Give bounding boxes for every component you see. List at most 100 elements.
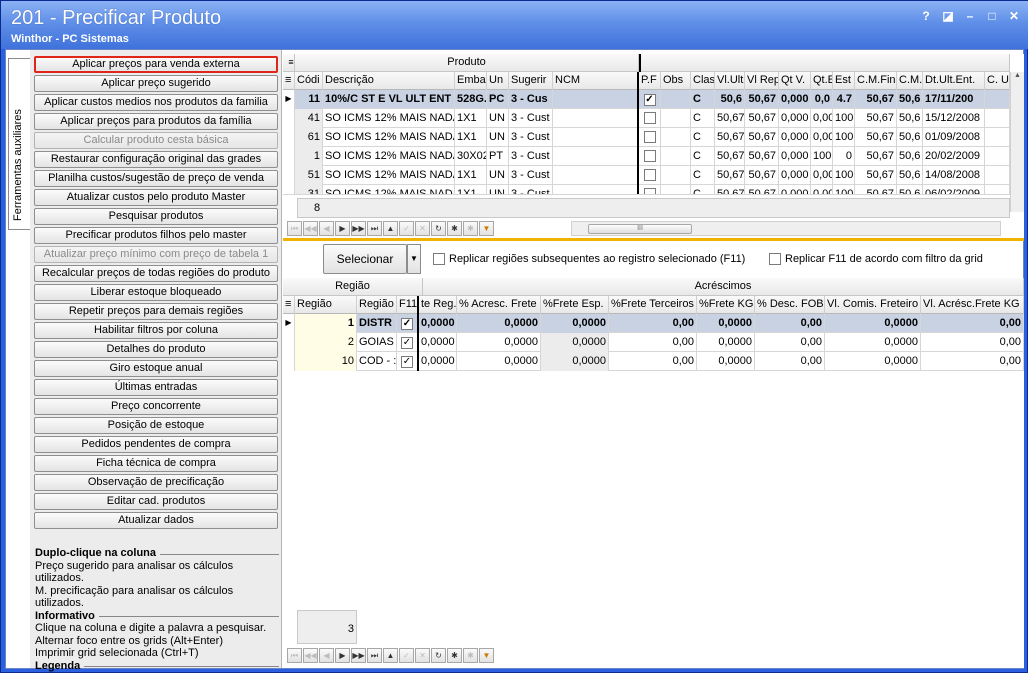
f11-checkbox[interactable]: ✓ — [401, 337, 413, 349]
cell-vlrep[interactable]: 50,67 — [745, 128, 779, 147]
cell-qtv[interactable]: 0,000 — [779, 128, 811, 147]
cell-cu[interactable] — [985, 147, 1010, 166]
scroll-up-icon[interactable]: ▲ — [1011, 72, 1024, 79]
cell-cu[interactable] — [985, 185, 1010, 194]
cell-fob[interactable]: 0,00 — [755, 352, 825, 371]
pf-checkbox[interactable]: ✓ — [643, 94, 656, 106]
cell-emb[interactable]: 1X1 — [455, 166, 487, 185]
cell-un[interactable]: PT — [487, 147, 509, 166]
cell-reg[interactable]: 10 — [295, 352, 357, 371]
cell-cod[interactable]: 11 — [295, 90, 323, 109]
first-page-icon[interactable]: ⏮ — [287, 648, 302, 663]
cell-clas[interactable]: C — [691, 128, 715, 147]
cell-sug[interactable]: 3 - Cust — [509, 185, 553, 194]
cell-sug[interactable]: 3 - Cust — [509, 109, 553, 128]
cell-vlrep[interactable]: 50,67 — [745, 147, 779, 166]
cell-dt[interactable]: 20/02/2009 — [923, 147, 985, 166]
cell-desc[interactable]: SO ICMS 12% MAIS NADA — [323, 166, 455, 185]
cell-com[interactable]: 0,0000 — [825, 352, 921, 371]
cancel-icon[interactable]: ✕ — [415, 648, 430, 663]
insert-icon[interactable]: ▲ — [383, 221, 398, 236]
cell-cu[interactable] — [985, 166, 1010, 185]
cell-desc[interactable]: SO ICMS 12% MAIS NADA — [323, 147, 455, 166]
cell-akg[interactable]: 0,00 — [921, 333, 1024, 352]
column-header[interactable]: Qt.E — [811, 72, 833, 90]
cell-desc[interactable]: SO ICMS 12% MAIS NADA — [323, 185, 455, 194]
cell-cmfin[interactable]: 50,67 — [855, 109, 897, 128]
cell-est[interactable]: 100 — [833, 185, 855, 194]
prev-record-icon[interactable]: ◀ — [319, 221, 334, 236]
column-header[interactable]: Vl. Acrésc.Frete KG — [921, 296, 1024, 314]
pf-checkbox[interactable] — [643, 169, 656, 181]
cell-vlult[interactable]: 50,67 — [715, 109, 745, 128]
column-header[interactable]: C. U — [985, 72, 1010, 90]
cell-vlult[interactable]: 50,67 — [715, 147, 745, 166]
action-button[interactable]: Planilha custos/sugestão de preço de ven… — [34, 170, 278, 187]
cell-sug[interactable]: 3 - Cust — [509, 166, 553, 185]
post-icon[interactable]: ✓ — [399, 648, 414, 663]
cell-desc[interactable]: SO ICMS 12% MAIS NADA — [323, 128, 455, 147]
pf-checkbox[interactable] — [643, 150, 656, 162]
action-button[interactable]: Restaurar configuração original das grad… — [34, 151, 278, 168]
cell-desc[interactable]: 10%/C ST E VL ULT ENT — [323, 90, 455, 109]
action-button[interactable]: Pesquisar produtos — [34, 208, 278, 225]
cell-dt[interactable]: 06/02/2009 — [923, 185, 985, 194]
cell-f11[interactable]: ✓ — [397, 314, 419, 333]
table-row[interactable]: 61 SO ICMS 12% MAIS NADA 1X1 UN 3 - Cust C 50,… — [283, 128, 1010, 147]
column-header[interactable]: Vl. Comis. Freteiro — [825, 296, 921, 314]
cell-ncm[interactable] — [553, 90, 639, 109]
column-header[interactable]: %Frete KG — [697, 296, 755, 314]
column-header[interactable]: Clas — [691, 72, 715, 90]
cell-cm[interactable]: 50,6 — [897, 166, 923, 185]
refresh-icon[interactable]: ↻ — [431, 648, 446, 663]
cell-obs[interactable] — [661, 90, 691, 109]
cell-akg[interactable]: 0,00 — [921, 314, 1024, 333]
column-header[interactable]: Emba — [455, 72, 487, 90]
table-row[interactable]: 41 SO ICMS 12% MAIS NADA 1X1 UN 3 - Cust C 50,… — [283, 109, 1010, 128]
cell-dt[interactable]: 17/11/200 — [923, 90, 985, 109]
minimize-icon[interactable]: – — [963, 9, 977, 23]
cell-acr[interactable]: 0,0000 — [457, 352, 541, 371]
cell-qte[interactable]: 0,00 — [811, 128, 833, 147]
insert-icon[interactable]: ▲ — [383, 648, 398, 663]
products-hscroll[interactable]: III — [571, 221, 1001, 236]
cell-cmfin[interactable]: 50,67 — [855, 166, 897, 185]
cell-emb[interactable]: 528G. — [455, 90, 487, 109]
header-menu-icon[interactable]: ≡ — [283, 72, 295, 90]
action-button[interactable]: Liberar estoque bloqueado — [34, 284, 278, 301]
cell-clas[interactable]: C — [691, 147, 715, 166]
cell-name[interactable]: COD - : — [357, 352, 397, 371]
cell-un[interactable]: PC — [487, 90, 509, 109]
column-header[interactable]: Qt V. — [779, 72, 811, 90]
action-button[interactable]: Aplicar preços para produtos da família — [34, 113, 278, 130]
prev-page-icon[interactable]: ◀◀ — [303, 221, 318, 236]
refresh-icon[interactable]: ↻ — [431, 221, 446, 236]
cell-cu[interactable] — [985, 90, 1010, 109]
cell-clas[interactable]: C — [691, 185, 715, 194]
pf-checkbox[interactable] — [643, 188, 656, 194]
cell-pf[interactable]: ✓ — [639, 90, 661, 109]
cell-ncm[interactable] — [553, 185, 639, 194]
cell-fob[interactable]: 0,00 — [755, 314, 825, 333]
action-button[interactable]: Habilitar filtros por coluna — [34, 322, 278, 339]
action-button[interactable]: Editar cad. produtos — [34, 493, 278, 510]
action-button[interactable]: Observação de precificação — [34, 474, 278, 491]
cell-acr[interactable]: 0,0000 — [457, 333, 541, 352]
cell-obs[interactable] — [661, 185, 691, 194]
action-button[interactable]: Aplicar custos medios nos produtos da fa… — [34, 94, 278, 111]
cell-vlult[interactable]: 50,67 — [715, 185, 745, 194]
column-header[interactable]: Sugerir — [509, 72, 553, 90]
action-button[interactable]: Atualizar custos pelo produto Master — [34, 189, 278, 206]
products-vscroll[interactable]: ▲ — [1010, 72, 1024, 212]
cell-cod[interactable]: 31 — [295, 185, 323, 194]
column-header[interactable]: Região — [295, 296, 357, 314]
column-header[interactable]: Códi — [295, 72, 323, 90]
select-button[interactable]: Selecionar — [323, 244, 407, 274]
first-page-icon[interactable]: ⏮ — [287, 221, 302, 236]
column-header[interactable]: Descrição — [323, 72, 455, 90]
action-button[interactable]: Aplicar preços para venda externa — [34, 56, 278, 73]
cell-reg[interactable]: 2 — [295, 333, 357, 352]
help-icon[interactable]: ? — [919, 9, 933, 23]
menu-icon[interactable]: ≡ — [283, 54, 295, 72]
cell-dt[interactable]: 14/08/2008 — [923, 166, 985, 185]
